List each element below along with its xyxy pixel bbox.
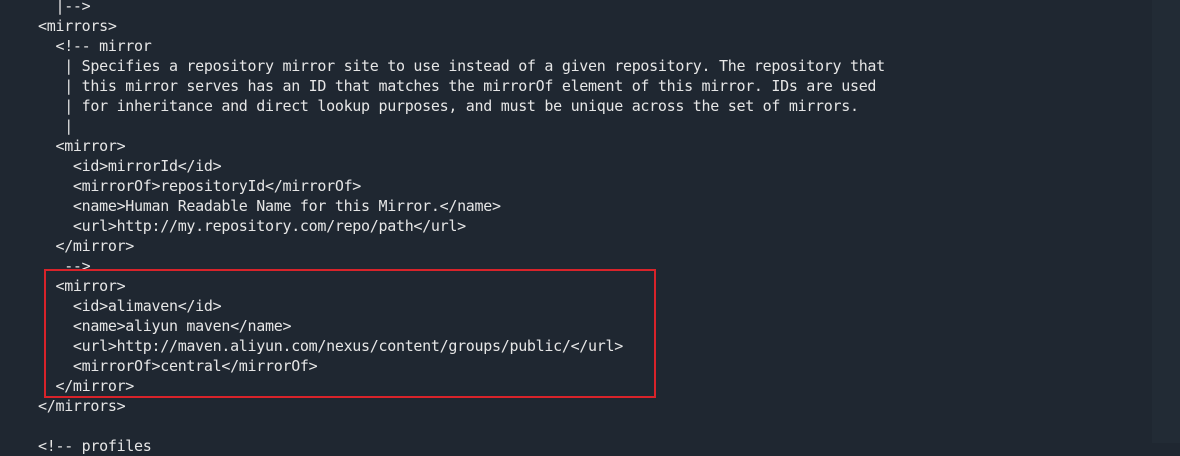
code-line: <mirrors> bbox=[38, 17, 117, 35]
code-line: | bbox=[38, 117, 73, 135]
code-editor[interactable]: |--> <mirrors> <!-- mirror | Specifies a … bbox=[0, 0, 1180, 455]
vertical-scrollbar[interactable] bbox=[1152, 0, 1180, 443]
code-line: | Specifies a repository mirror site to … bbox=[38, 57, 885, 75]
code-line: <mirrorOf>repositoryId</mirrorOf> bbox=[38, 177, 362, 195]
code-line: <id>mirrorId</id> bbox=[38, 157, 222, 175]
code-line: | this mirror serves has an ID that matc… bbox=[38, 77, 877, 95]
highlight-box bbox=[44, 269, 656, 398]
code-line: <name>Human Readable Name for this Mirro… bbox=[38, 197, 501, 215]
code-line: </mirrors> bbox=[38, 397, 126, 415]
code-line: | for inheritance and direct lookup purp… bbox=[38, 97, 859, 115]
code-line: <!-- mirror bbox=[38, 37, 152, 55]
code-line: </mirror> bbox=[38, 237, 135, 255]
code-line: <!-- profiles bbox=[38, 437, 152, 455]
code-line: |--> bbox=[38, 0, 91, 15]
code-line: <mirror> bbox=[38, 137, 126, 155]
code-line: <url>http://my.repository.com/repo/path<… bbox=[38, 217, 466, 235]
